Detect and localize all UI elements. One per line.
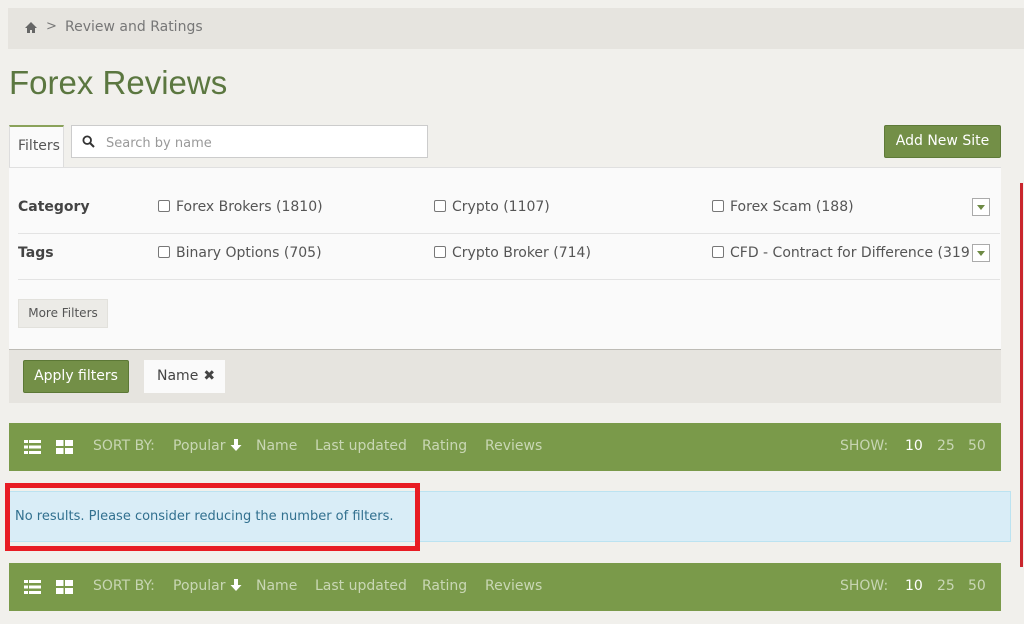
sort-bar-top: SORT BY: Popular Name Last updated Ratin…: [9, 423, 1001, 471]
checkbox-icon[interactable]: [712, 246, 724, 258]
breadcrumb-separator: >: [46, 19, 57, 34]
divider: [18, 279, 1000, 280]
highlight-box: [5, 483, 420, 551]
tags-label: Tags: [18, 245, 54, 261]
checkbox-crypto-broker[interactable]: Crypto Broker (714): [434, 245, 591, 261]
grid-view-icon[interactable]: [56, 580, 73, 594]
search-box[interactable]: [71, 125, 428, 158]
show-50[interactable]: 50: [968, 578, 986, 594]
breadcrumb: > Review and Ratings: [8, 8, 1024, 49]
active-filter-label: Name: [157, 368, 199, 384]
grid-view-icon[interactable]: [56, 440, 73, 454]
checkbox-forex-scam[interactable]: Forex Scam (188): [712, 199, 854, 215]
checkbox-forex-brokers[interactable]: Forex Brokers (1810): [158, 199, 323, 215]
sort-name[interactable]: Name: [256, 578, 297, 594]
sort-down-icon: [230, 579, 242, 595]
show-50[interactable]: 50: [968, 438, 986, 454]
checkbox-icon[interactable]: [434, 200, 446, 212]
sort-name[interactable]: Name: [256, 438, 297, 454]
sort-last-updated[interactable]: Last updated: [315, 578, 407, 594]
sort-by-label: SORT BY:: [93, 438, 155, 454]
sort-reviews[interactable]: Reviews: [485, 438, 542, 454]
breadcrumb-current: Review and Ratings: [65, 19, 203, 35]
filter-panel: Category Forex Brokers (1810) Crypto (11…: [9, 167, 1001, 350]
show-10[interactable]: 10: [905, 438, 923, 454]
apply-bar: Apply filters Name ✖: [9, 349, 1001, 403]
divider: [18, 233, 1000, 234]
tab-filters[interactable]: Filters: [9, 125, 64, 168]
page-title: Forex Reviews: [9, 64, 228, 101]
search-icon: [82, 135, 95, 148]
more-filters-button[interactable]: More Filters: [18, 299, 108, 328]
sort-last-updated[interactable]: Last updated: [315, 438, 407, 454]
category-expand-icon[interactable]: [972, 198, 990, 216]
active-filter-chip[interactable]: Name ✖: [144, 360, 225, 393]
show-label: SHOW:: [840, 438, 889, 454]
sort-down-icon: [230, 439, 242, 455]
sort-rating[interactable]: Rating: [422, 578, 467, 594]
tags-expand-icon[interactable]: [972, 244, 990, 262]
list-view-icon[interactable]: [24, 580, 41, 594]
sort-popular[interactable]: Popular: [173, 438, 242, 454]
sort-bar-bottom: SORT BY: Popular Name Last updated Ratin…: [9, 563, 1001, 611]
show-25[interactable]: 25: [937, 578, 955, 594]
checkbox-icon[interactable]: [712, 200, 724, 212]
checkbox-cfd[interactable]: CFD - Contract for Difference (3195): [712, 245, 970, 261]
show-25[interactable]: 25: [937, 438, 955, 454]
sort-by-label: SORT BY:: [93, 578, 155, 594]
sort-popular[interactable]: Popular: [173, 578, 242, 594]
apply-filters-button[interactable]: Apply filters: [23, 360, 129, 393]
show-label: SHOW:: [840, 578, 889, 594]
remove-filter-icon[interactable]: ✖: [203, 368, 215, 384]
home-icon[interactable]: [24, 21, 38, 35]
sort-reviews[interactable]: Reviews: [485, 578, 542, 594]
page-edge-marker: [1020, 183, 1023, 567]
checkbox-binary-options[interactable]: Binary Options (705): [158, 245, 322, 261]
list-view-icon[interactable]: [24, 440, 41, 454]
add-new-site-button[interactable]: Add New Site: [884, 125, 1001, 158]
show-10[interactable]: 10: [905, 578, 923, 594]
checkbox-icon[interactable]: [158, 200, 170, 212]
checkbox-crypto[interactable]: Crypto (1107): [434, 199, 550, 215]
sort-rating[interactable]: Rating: [422, 438, 467, 454]
tab-filters-label: Filters: [18, 138, 60, 154]
search-input[interactable]: [104, 132, 418, 154]
checkbox-icon[interactable]: [434, 246, 446, 258]
category-label: Category: [18, 199, 90, 215]
checkbox-icon[interactable]: [158, 246, 170, 258]
